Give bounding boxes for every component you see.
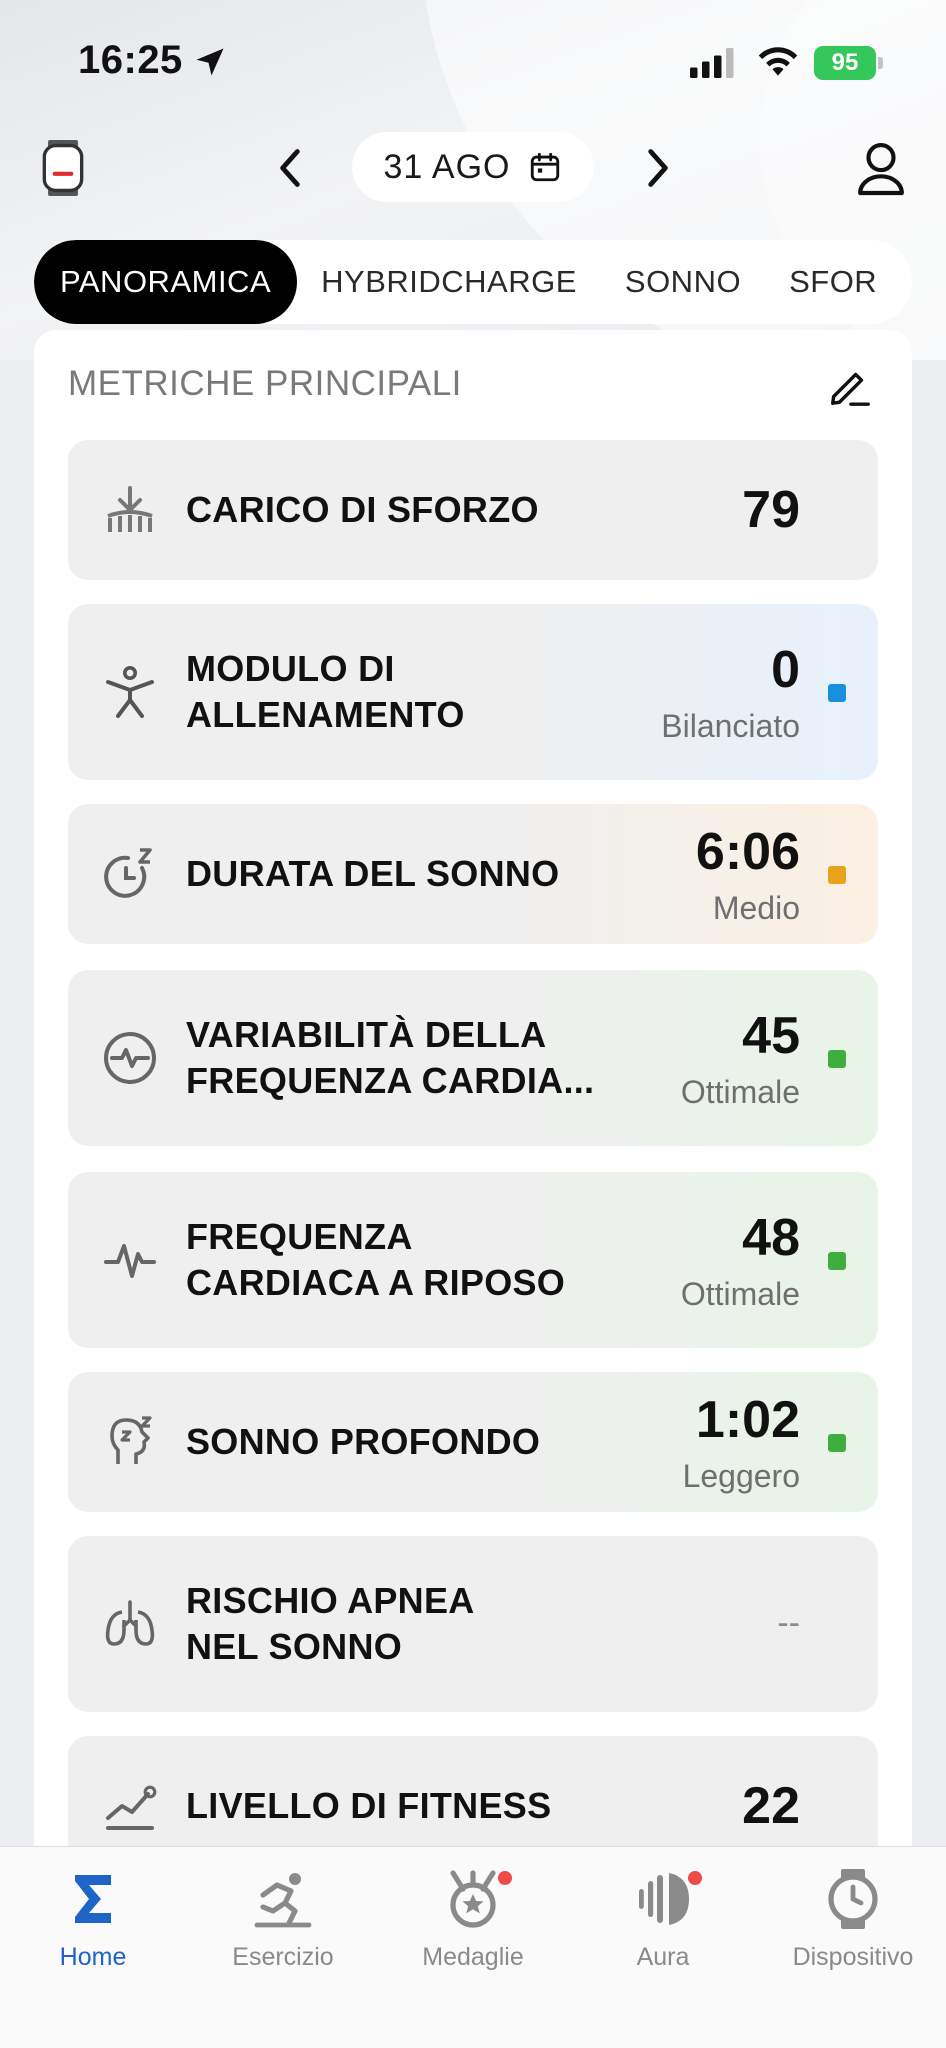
- status-dot: [828, 866, 846, 884]
- date-selector[interactable]: 31 AGO: [352, 132, 594, 202]
- metric-sonno-profondo[interactable]: SONNO PROFONDO 1:02 Leggero: [68, 1372, 878, 1512]
- metric-value: 0: [771, 641, 800, 699]
- metric-value: 48: [742, 1209, 800, 1267]
- aura-icon: [639, 1873, 689, 1925]
- location-arrow-icon: [196, 48, 224, 76]
- metric-label-line1: MODULO DI: [186, 648, 395, 689]
- calendar-icon: [531, 152, 560, 182]
- metric-label: MODULO DI ALLENAMENTO: [186, 646, 656, 738]
- cellular-signal-icon: [690, 48, 734, 78]
- next-day-chevron-icon[interactable]: [636, 140, 680, 196]
- metric-label-line1: RISCHIO APNEA: [186, 1580, 475, 1621]
- profile-icon[interactable]: [856, 140, 906, 196]
- device-watch-icon[interactable]: [40, 140, 86, 196]
- status-dot: [828, 1252, 846, 1270]
- status-dot: [828, 684, 846, 702]
- metric-status: Ottimale: [680, 1276, 800, 1312]
- metric-label-line2: CARDIACA A RIPOSO: [186, 1262, 566, 1303]
- metric-label: DURATA DEL SONNO: [186, 853, 560, 894]
- bottom-navigation: Home Esercizio Medaglie Aura Dispositivo: [0, 1846, 946, 2048]
- battery-indicator: 95: [814, 46, 884, 80]
- deep-sleep-head-icon: [110, 1416, 152, 1464]
- tab-sforzo[interactable]: SFOR: [765, 240, 901, 324]
- hrv-pulse-icon: [104, 1032, 156, 1084]
- nav-label: Dispositivo: [792, 1943, 914, 1971]
- metric-label-line2: NEL SONNO: [186, 1626, 403, 1667]
- metric-label-line1: VARIABILITÀ DELLA: [186, 1014, 547, 1055]
- metric-label: CARICO DI SFORZO: [186, 489, 539, 530]
- nav-aura[interactable]: Aura: [578, 1867, 748, 1972]
- lungs-icon: [105, 1600, 155, 1646]
- heart-rate-wave-icon: [104, 1244, 156, 1278]
- watch-icon: [828, 1869, 878, 1929]
- nav-label: Aura: [636, 1943, 690, 1971]
- notification-badge: [688, 1871, 702, 1885]
- status-time: 16:25: [78, 38, 183, 82]
- status-dot: [828, 1434, 846, 1452]
- metric-label: FREQUENZA CARDIACA A RIPOSO: [186, 1214, 656, 1306]
- tab-hybridcharge[interactable]: HYBRIDCHARGE: [297, 240, 601, 324]
- metric-variabilita-frequenza[interactable]: VARIABILITÀ DELLA FREQUENZA CARDIA... 45…: [68, 970, 878, 1146]
- metric-status: Ottimale: [680, 1074, 800, 1110]
- edit-pencil-icon[interactable]: [826, 362, 872, 408]
- tab-sonno[interactable]: SONNO: [601, 240, 765, 324]
- exercise-running-icon: [254, 1873, 312, 1928]
- section-title: METRICHE PRINCIPALI: [68, 364, 462, 403]
- medal-icon: [450, 1870, 496, 1928]
- metric-label: LIVELLO DI FITNESS: [186, 1785, 552, 1826]
- date-label: 31 AGO: [383, 147, 511, 186]
- notification-badge: [498, 1871, 512, 1885]
- load-arrow-icon: [107, 486, 153, 532]
- metric-status: Leggero: [682, 1458, 800, 1494]
- status-dot: [828, 1050, 846, 1068]
- nav-label: Esercizio: [232, 1943, 334, 1971]
- metric-frequenza-cardiaca-riposo[interactable]: FREQUENZA CARDIACA A RIPOSO 48 Ottimale: [68, 1172, 878, 1348]
- metric-label-line2: FREQUENZA CARDIA...: [186, 1060, 595, 1101]
- metric-value: 22: [742, 1777, 800, 1835]
- metric-rischio-apnea[interactable]: RISCHIO APNEA NEL SONNO --: [68, 1536, 878, 1712]
- metric-value: 79: [742, 481, 800, 539]
- fitness-trend-icon: [106, 1785, 157, 1830]
- previous-day-chevron-icon[interactable]: [268, 140, 312, 196]
- metric-carico-di-sforzo[interactable]: CARICO DI SFORZO 79: [68, 440, 878, 580]
- status-bar: 16:25 95: [0, 0, 946, 120]
- metric-durata-del-sonno[interactable]: DURATA DEL SONNO 6:06 Medio: [68, 804, 878, 944]
- metric-modulo-di-allenamento[interactable]: MODULO DI ALLENAMENTO 0 Bilanciato: [68, 604, 878, 780]
- metric-label-line2: ALLENAMENTO: [186, 694, 465, 735]
- battery-tip: [878, 57, 883, 69]
- battery-level: 95: [814, 46, 876, 80]
- metric-status: Medio: [712, 890, 800, 926]
- nav-dispositivo[interactable]: Dispositivo: [768, 1867, 938, 1972]
- metric-value: 6:06: [695, 823, 800, 881]
- sleep-clock-icon: [104, 848, 152, 898]
- metric-label: VARIABILITÀ DELLA FREQUENZA CARDIA...: [186, 1012, 656, 1104]
- person-stretch-icon: [106, 666, 154, 718]
- metrics-card: METRICHE PRINCIPALI CARICO DI SFORZO 79 …: [34, 330, 912, 1876]
- metric-label-line1: FREQUENZA: [186, 1216, 413, 1257]
- metric-value: 1:02: [695, 1391, 800, 1449]
- metric-status: Bilanciato: [661, 708, 800, 744]
- wifi-icon: [758, 47, 798, 76]
- metric-value: --: [777, 1604, 800, 1642]
- metric-label: SONNO PROFONDO: [186, 1421, 541, 1462]
- sigma-icon: [75, 1875, 111, 1923]
- nav-label: Medaglie: [422, 1943, 524, 1971]
- nav-label: Home: [59, 1943, 127, 1971]
- nav-medaglie[interactable]: Medaglie: [388, 1867, 558, 1972]
- nav-esercizio[interactable]: Esercizio: [198, 1867, 368, 1972]
- tab-panoramica[interactable]: PANORAMICA: [34, 240, 298, 324]
- nav-home[interactable]: Home: [8, 1867, 178, 1972]
- metric-label: RISCHIO APNEA NEL SONNO: [186, 1578, 656, 1670]
- tab-bar: PANORAMICA HYBRIDCHARGE SONNO SFOR: [34, 240, 912, 324]
- metric-value: 45: [742, 1007, 800, 1065]
